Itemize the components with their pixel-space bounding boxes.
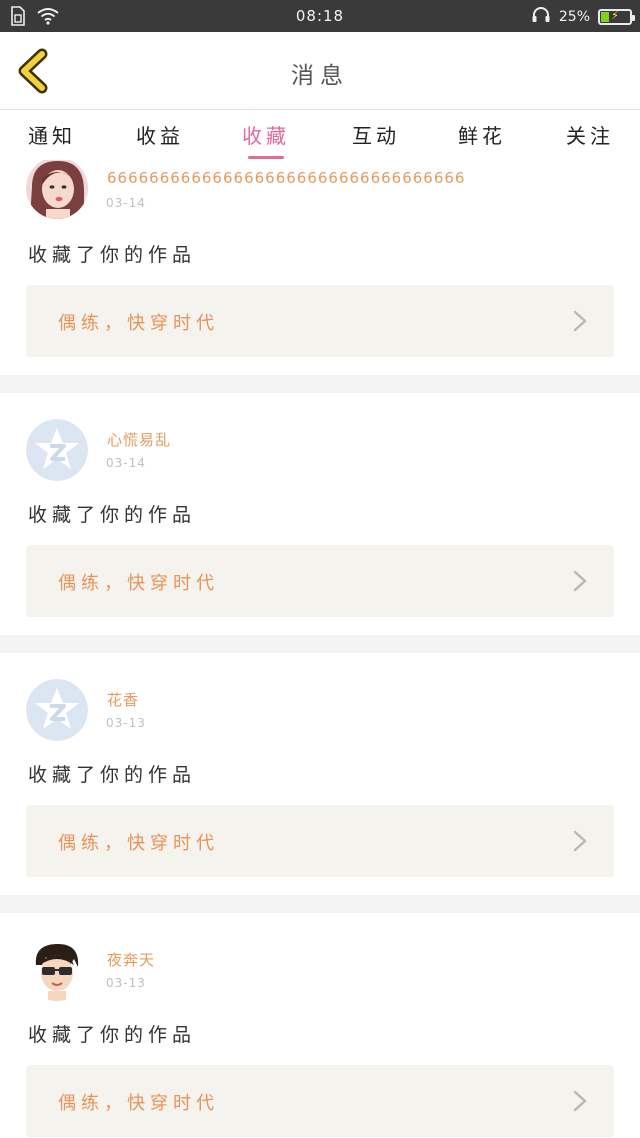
user-avatar[interactable] [26,160,88,219]
work-title: 偶练，快穿时代 [58,313,219,334]
page-title: 消息 [291,63,349,89]
tab-notifications[interactable]: 通知 [12,120,92,149]
work-link[interactable]: 偶练，快穿时代 [26,805,614,877]
work-link[interactable]: 偶练，快穿时代 [26,285,614,357]
work-link[interactable]: 偶练，快穿时代 [26,545,614,617]
header: 消息 [0,32,640,110]
tab-bar: 通知 收益 收藏 互动 鲜花 关注 [0,110,640,160]
message-list[interactable]: 6666666666666666666666666666666666 03-14… [0,160,640,1138]
card-separator [0,375,640,393]
chevron-right-icon [573,310,587,332]
chevron-right-icon [573,830,587,852]
user-avatar[interactable] [26,679,88,741]
status-bar: 08:18 25% ⚡ [0,0,640,32]
message-date: 03-14 [106,196,146,210]
chevron-right-icon [573,570,587,592]
card-separator [0,895,640,913]
message-card: 花香 03-13 收藏了你的作品 偶练，快穿时代 [0,653,640,913]
card-separator [0,635,640,653]
work-link[interactable]: 偶练，快穿时代 [26,1065,614,1137]
tab-earnings[interactable]: 收益 [120,120,200,149]
action-text: 收藏了你的作品 [28,504,197,526]
action-text: 收藏了你的作品 [28,244,197,266]
username[interactable]: 花香 [107,689,139,710]
tab-following[interactable]: 关注 [550,120,630,149]
message-card: 心慌易乱 03-14 收藏了你的作品 偶练，快穿时代 [0,393,640,653]
user-avatar[interactable] [26,939,88,1001]
message-date: 03-14 [106,456,146,470]
message-date: 03-13 [106,976,146,990]
work-title: 偶练，快穿时代 [58,833,219,854]
message-card: 夜奔天 03-13 收藏了你的作品 偶练，快穿时代 [0,913,640,1138]
tab-flowers[interactable]: 鲜花 [442,120,522,149]
tab-favorites[interactable]: 收藏 [226,120,306,149]
status-right: 25% ⚡ [531,6,635,28]
action-text: 收藏了你的作品 [28,764,197,786]
username[interactable]: 心慌易乱 [107,429,171,450]
username[interactable]: 夜奔天 [107,949,155,970]
username[interactable]: 6666666666666666666666666666666666 [107,169,465,187]
headset-icon [531,6,551,28]
user-avatar[interactable] [26,419,88,481]
work-title: 偶练，快穿时代 [58,1093,219,1114]
work-title: 偶练，快穿时代 [58,573,219,594]
message-date: 03-13 [106,716,146,730]
tab-interactions[interactable]: 互动 [336,120,416,149]
chevron-right-icon [573,1090,587,1112]
active-tab-indicator [248,156,284,159]
action-text: 收藏了你的作品 [28,1024,197,1046]
battery-percent: 25% [558,9,590,25]
battery-icon: ⚡ [598,9,635,25]
